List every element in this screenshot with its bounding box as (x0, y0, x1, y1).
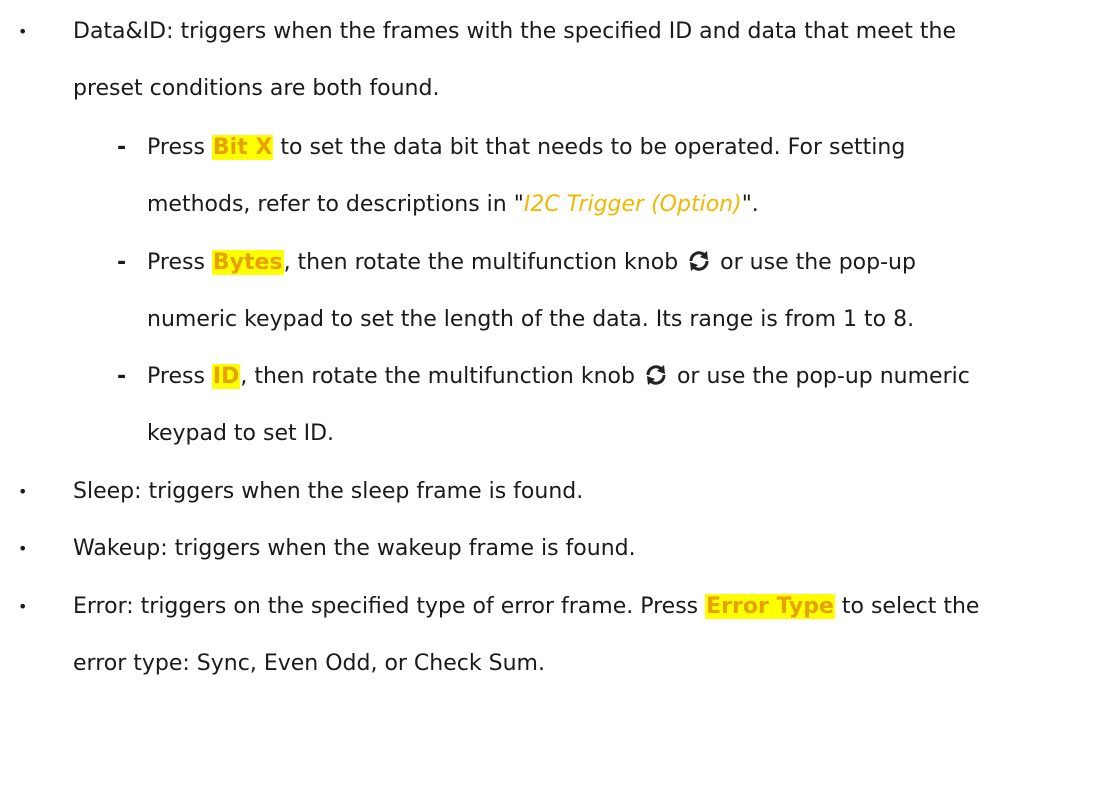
id-line-1: Press ID, then rotate the multifunction … (147, 362, 970, 392)
bullet-marker: • (18, 597, 28, 616)
bitx-line-2: methods, refer to descriptions in "I2C T… (147, 190, 759, 220)
bitx-close-quote: ". (741, 192, 759, 217)
error-type-key-label: Error Type (705, 594, 835, 619)
bitx-line-1: Press Bit X to set the data bit that nee… (147, 133, 905, 163)
dash-marker: - (117, 364, 127, 389)
rotate-arrows-icon (687, 250, 711, 272)
bytes-popup-text: or use the pop-up (720, 250, 916, 275)
bullet-marker: • (18, 482, 28, 501)
error-select-text: to select the (841, 594, 980, 619)
bitx-methods-text: methods, refer to descriptions in " (147, 192, 524, 217)
document-page: • Data&ID: triggers when the frames with… (0, 0, 1116, 785)
bullet-marker: • (18, 539, 28, 558)
id-key-label: ID (211, 364, 241, 389)
rotate-arrows-icon (644, 364, 668, 386)
bullet-marker: • (18, 22, 28, 41)
id-line-2: keypad to set ID. (147, 421, 335, 446)
press-text: Press (147, 364, 205, 389)
press-text: Press (147, 250, 205, 275)
dataid-line-2: preset conditions are both found. (73, 76, 440, 101)
error-line-2: error type: Sync, Even Odd, or Check Sum… (73, 651, 545, 676)
dash-marker: - (117, 135, 127, 160)
i2c-trigger-link[interactable]: I2C Trigger (Option) (524, 192, 742, 217)
dataid-line-1: Data&ID: triggers when the frames with t… (73, 19, 956, 44)
bytes-key-label: Bytes (211, 250, 284, 275)
bitx-description: to set the data bit that needs to be ope… (280, 135, 906, 160)
bit-x-key-label: Bit X (211, 135, 274, 160)
id-popup-text: or use the pop-up numeric (676, 364, 970, 389)
wakeup-line: Wakeup: triggers when the wakeup frame i… (73, 536, 636, 561)
bytes-line-1: Press Bytes, then rotate the multifuncti… (147, 248, 916, 278)
error-description: Error: triggers on the specified type of… (73, 594, 699, 619)
id-rotate-text: , then rotate the multifunction knob (240, 364, 635, 389)
dash-marker: - (117, 250, 127, 275)
error-line-1: Error: triggers on the specified type of… (73, 592, 979, 622)
bytes-line-2: numeric keypad to set the length of the … (147, 307, 915, 332)
press-text: Press (147, 135, 205, 160)
bytes-rotate-text: , then rotate the multifunction knob (283, 250, 679, 275)
sleep-line: Sleep: triggers when the sleep frame is … (73, 479, 584, 504)
